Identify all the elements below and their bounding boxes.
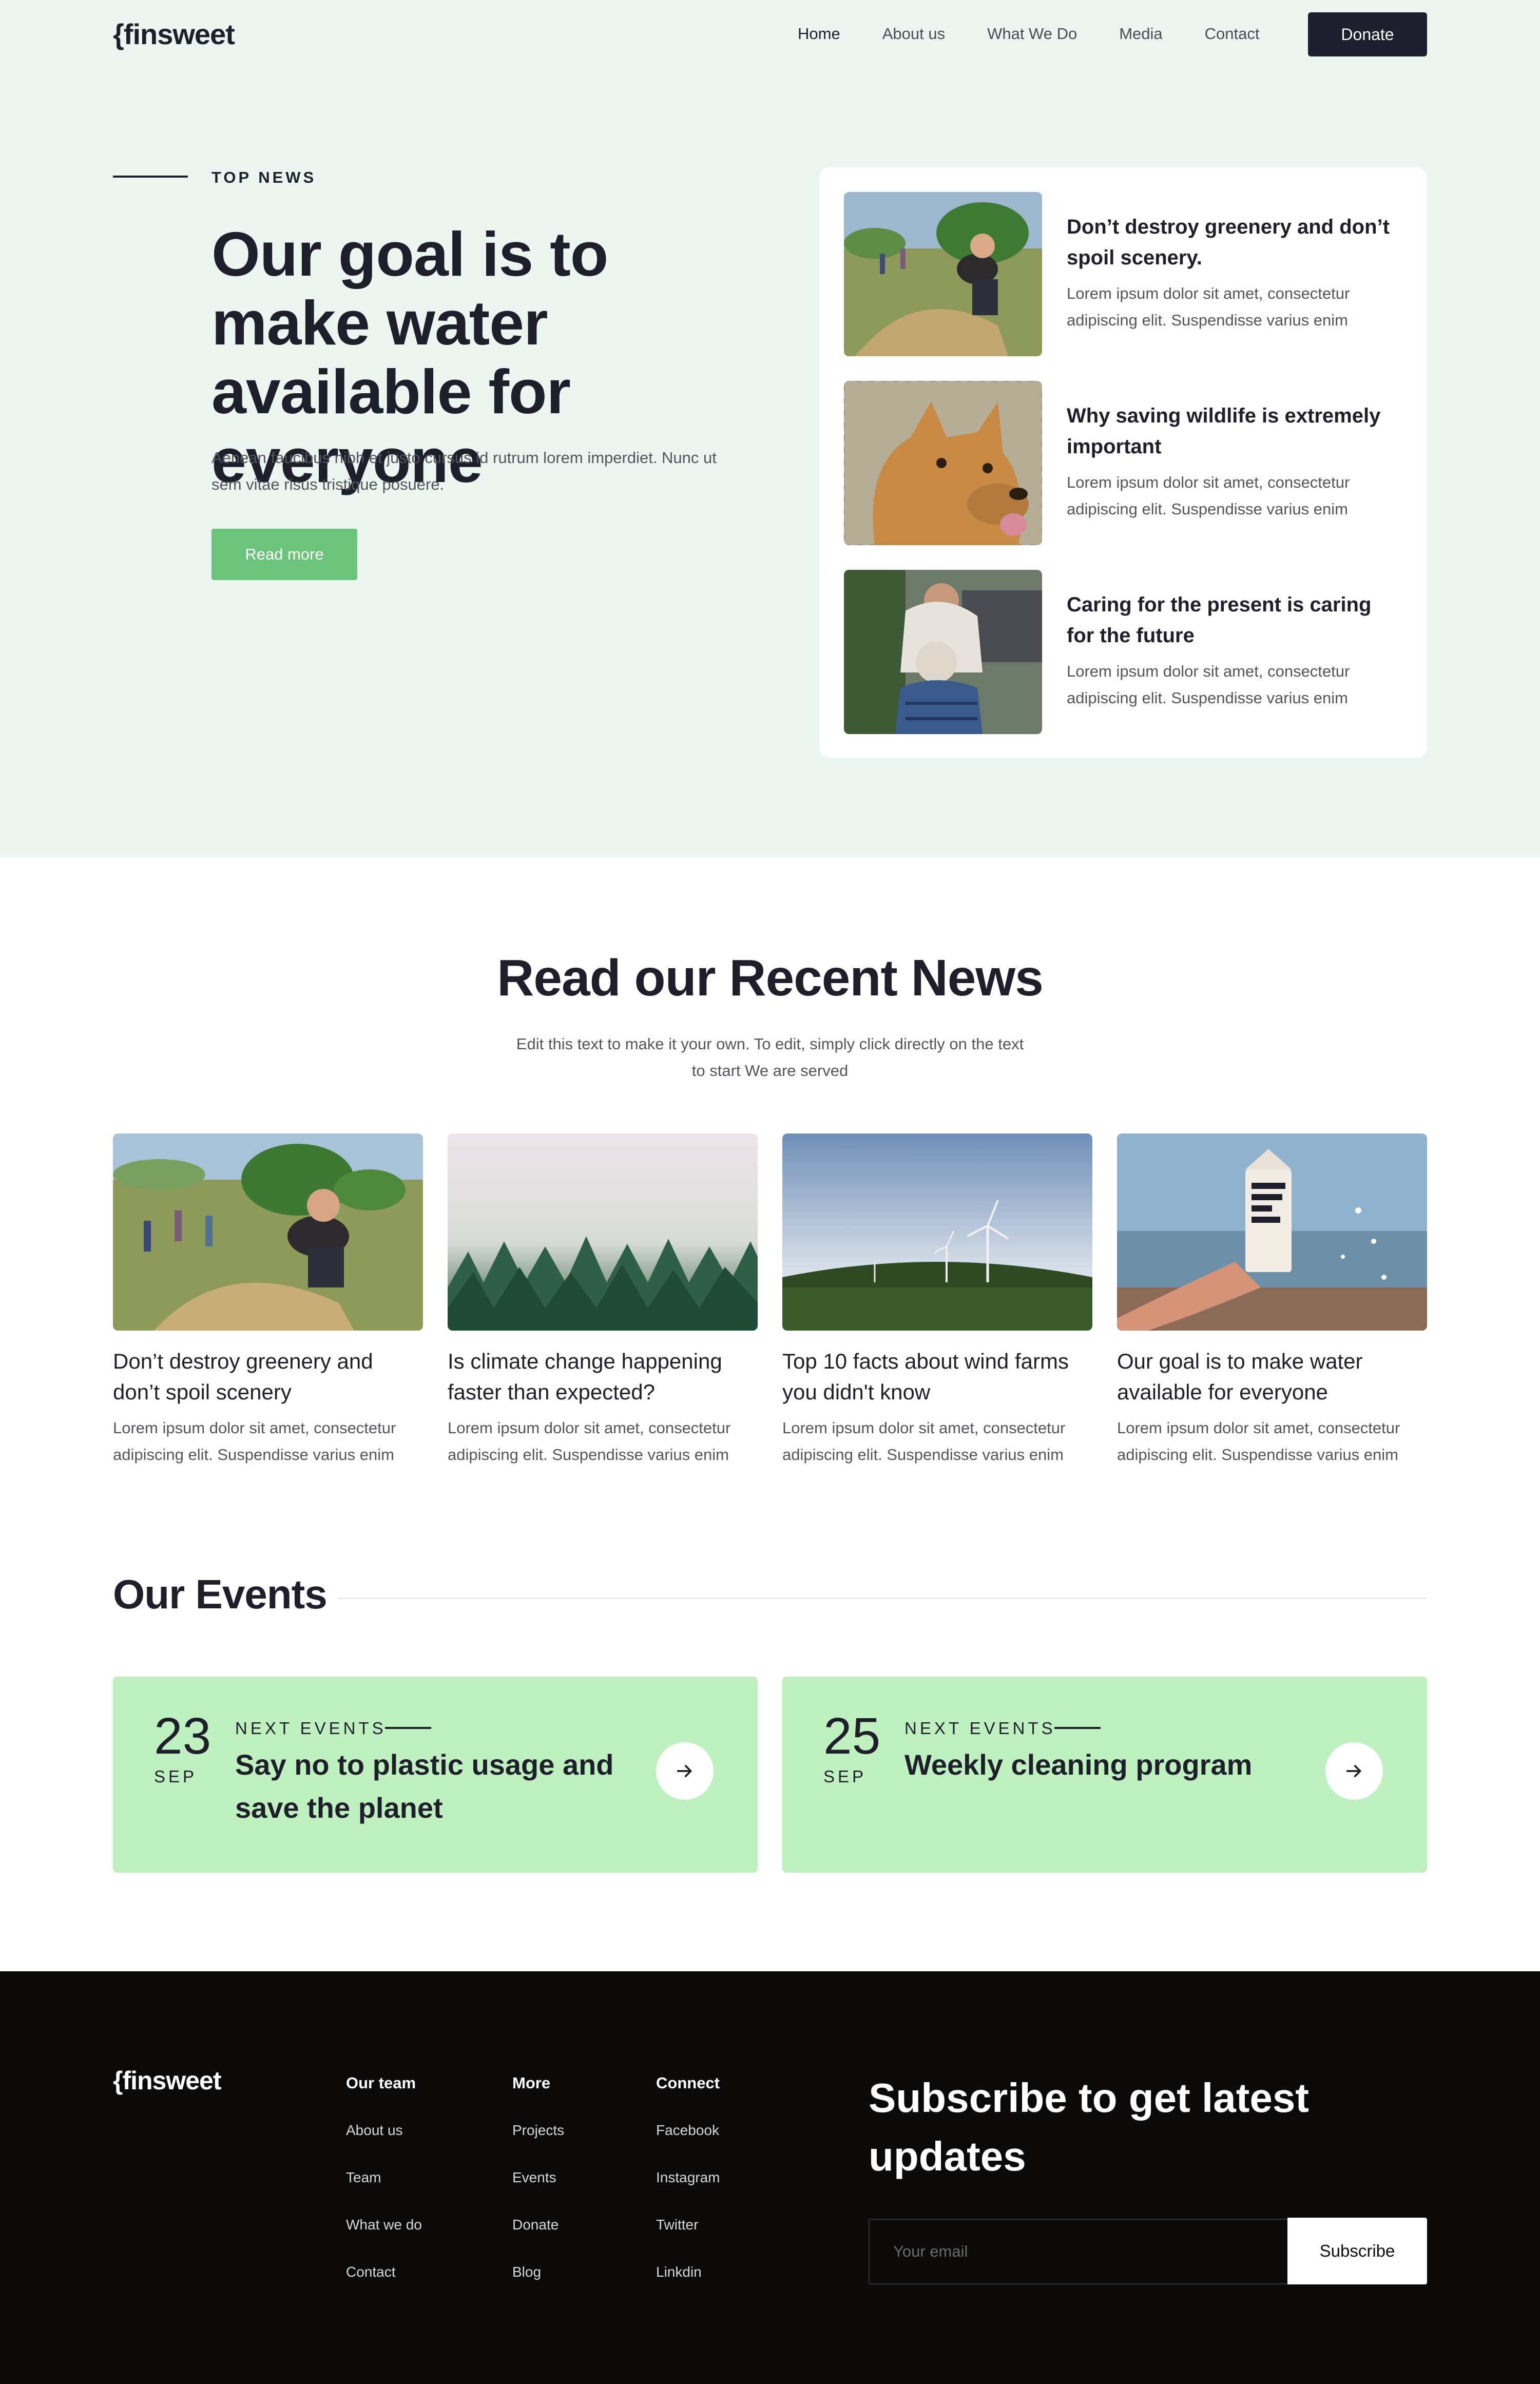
footer-link-what-we-do[interactable]: What we do [346, 2217, 422, 2233]
event-label: NEXT EVENTS [904, 1719, 1056, 1738]
footer-column-heading: More [512, 2074, 551, 2092]
main-nav: Home About us What We Do Media Contact [798, 25, 1260, 43]
footer-link-instagram[interactable]: Instagram [656, 2169, 720, 2186]
footer-link-about-us[interactable]: About us [346, 2122, 422, 2139]
news-post-title: Don’t destroy greenery and don’t spoil s… [113, 1349, 373, 1404]
news-post-title: Is climate change happening faster than … [448, 1349, 722, 1404]
subscribe-button[interactable]: Subscribe [1287, 2218, 1427, 2284]
event-name: Say no to plastic usage and save the pla… [235, 1748, 614, 1824]
elder-care-photo [844, 570, 1042, 734]
top-news-excerpt: Lorem ipsum dolor sit amet, consectetur … [1067, 473, 1350, 518]
volunteer-grass-photo [113, 1133, 423, 1331]
read-more-button[interactable]: Read more [211, 529, 357, 580]
hero-eyebrow: TOP NEWS [211, 168, 317, 186]
event-card[interactable]: 25 SEP NEXT EVENTS Weekly cleaning progr… [782, 1677, 1427, 1873]
footer-link-donate[interactable]: Donate [512, 2217, 564, 2233]
nav-item-about-us[interactable]: About us [882, 25, 945, 43]
eyebrow-divider [113, 176, 188, 178]
top-news-excerpt: Lorem ipsum dolor sit amet, consectetur … [1067, 284, 1350, 329]
event-day: 25 [823, 1707, 881, 1765]
footer-column-connect: Connect Facebook Instagram Twitter Linkd… [656, 2074, 720, 2311]
top-news-card: Don’t destroy greenery and don’t spoil s… [819, 167, 1427, 758]
footer-link-projects[interactable]: Projects [512, 2122, 564, 2139]
news-post[interactable]: Our goal is to make water available for … [1117, 1133, 1427, 1468]
event-card[interactable]: 23 SEP NEXT EVENTS Say no to plastic usa… [113, 1677, 758, 1873]
top-news-item[interactable]: Caring for the present is caring for the… [844, 570, 1409, 734]
event-label-divider [1054, 1727, 1101, 1729]
recent-news-subtitle: Edit this text to make it your own. To e… [516, 1035, 1024, 1080]
event-label-divider [385, 1727, 431, 1729]
hero-section: {finsweet Home About us What We Do Media… [0, 0, 1540, 857]
footer-link-facebook[interactable]: Facebook [656, 2122, 720, 2139]
top-news-title: Don’t destroy greenery and don’t spoil s… [1067, 216, 1390, 269]
event-label: NEXT EVENTS [235, 1719, 387, 1738]
footer-column-our-team: Our team About us Team What we do Contac… [346, 2074, 422, 2311]
arrow-right-icon [677, 1765, 692, 1777]
brand-logo[interactable]: {finsweet [113, 17, 235, 51]
footer-link-twitter[interactable]: Twitter [656, 2217, 720, 2233]
event-name: Weekly cleaning program [904, 1748, 1253, 1781]
event-arrow-button[interactable] [656, 1742, 714, 1800]
donate-button[interactable]: Donate [1308, 12, 1427, 56]
footer-link-linkdin[interactable]: Linkdin [656, 2264, 720, 2280]
footer-column-heading: Connect [656, 2074, 720, 2092]
top-news-title: Why saving wildlife is extremely importa… [1067, 405, 1381, 458]
news-post-excerpt: Lorem ipsum dolor sit amet, consectetur … [782, 1419, 1066, 1464]
top-news-excerpt: Lorem ipsum dolor sit amet, consectetur … [1067, 662, 1350, 707]
nav-item-what-we-do[interactable]: What We Do [987, 25, 1077, 43]
top-news-title: Caring for the present is caring for the… [1067, 593, 1372, 647]
arrow-right-icon [1346, 1765, 1361, 1777]
volunteer-grass-photo [844, 192, 1042, 356]
event-arrow-button[interactable] [1325, 1742, 1383, 1800]
nav-item-contact[interactable]: Contact [1205, 25, 1260, 43]
boxed-water-photo [1117, 1133, 1427, 1331]
footer-column-more: More Projects Events Donate Blog [512, 2074, 564, 2311]
wind-turbines-photo [782, 1133, 1092, 1331]
footer-logo[interactable]: {finsweet [113, 2066, 222, 2095]
news-post-title: Our goal is to make water available for … [1117, 1349, 1363, 1404]
recent-news-title: Read our Recent News [497, 949, 1044, 1007]
top-news-item[interactable]: Why saving wildlife is extremely importa… [844, 381, 1409, 545]
news-post-title: Top 10 facts about wind farms you didn't… [782, 1349, 1069, 1404]
footer-link-events[interactable]: Events [512, 2169, 564, 2186]
news-post[interactable]: Top 10 facts about wind farms you didn't… [782, 1133, 1092, 1468]
events-divider [338, 1598, 1427, 1599]
footer-column-heading: Our team [346, 2074, 416, 2092]
subscribe-title: Subscribe to get latest updates [869, 2075, 1309, 2179]
email-field[interactable] [869, 2219, 1288, 2284]
news-post-excerpt: Lorem ipsum dolor sit amet, consectetur … [448, 1419, 731, 1464]
events-title: Our Events [113, 1571, 328, 1617]
news-post[interactable]: Is climate change happening faster than … [448, 1133, 758, 1468]
footer-link-team[interactable]: Team [346, 2169, 422, 2186]
nav-item-home[interactable]: Home [798, 25, 840, 43]
news-post-excerpt: Lorem ipsum dolor sit amet, consectetur … [1117, 1419, 1400, 1464]
foggy-forest-photo [448, 1133, 758, 1331]
event-month: SEP [154, 1767, 198, 1786]
hero-text: Aenean faucibus nibh et justo cursus id … [211, 449, 717, 493]
nav-item-media[interactable]: Media [1119, 25, 1162, 43]
event-day: 23 [154, 1707, 211, 1765]
footer-link-contact[interactable]: Contact [346, 2264, 422, 2280]
top-news-item[interactable]: Don’t destroy greenery and don’t spoil s… [844, 192, 1409, 356]
footer-link-blog[interactable]: Blog [512, 2264, 564, 2280]
footer: {finsweet Our team About us Team What we… [0, 1971, 1540, 2384]
news-post-excerpt: Lorem ipsum dolor sit amet, consectetur … [113, 1419, 396, 1464]
event-month: SEP [823, 1767, 867, 1786]
news-post[interactable]: Don’t destroy greenery and don’t spoil s… [113, 1133, 423, 1468]
dog-photo [844, 381, 1042, 545]
